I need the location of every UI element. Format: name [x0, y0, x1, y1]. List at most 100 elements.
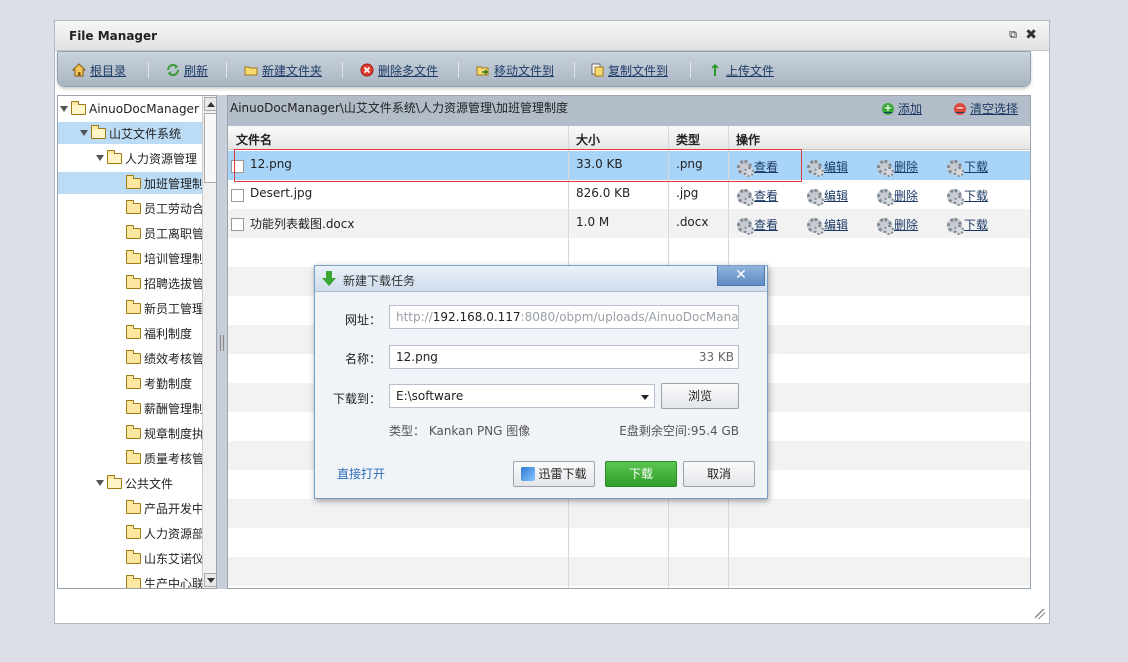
- refresh-label: 刷新: [184, 63, 209, 78]
- download-link[interactable]: 下载: [946, 158, 989, 177]
- tree-node-folder[interactable]: 招聘选拔管: [126, 272, 204, 294]
- empty-row: [228, 557, 1030, 586]
- upload-file-button[interactable]: 上传文件: [708, 61, 774, 79]
- tree-node-public[interactable]: 公共文件: [96, 472, 173, 494]
- delete-link[interactable]: 删除: [876, 187, 918, 206]
- add-button[interactable]: + 添加: [882, 100, 922, 117]
- gear-icon: [736, 188, 754, 206]
- folder-icon: [126, 424, 141, 439]
- popout-icon[interactable]: ⧉: [1009, 28, 1017, 42]
- tree-node-folder[interactable]: 福利制度: [126, 322, 192, 344]
- tree-node-folder[interactable]: 山东艾诺仪: [126, 547, 204, 569]
- cancel-button[interactable]: 取消: [683, 461, 755, 487]
- row-checkbox[interactable]: [231, 160, 244, 173]
- scroll-down-icon[interactable]: [204, 573, 216, 587]
- tree-node-label: AinuoDocManager: [89, 102, 199, 116]
- browse-button[interactable]: 浏览: [661, 383, 739, 409]
- copy-files-button[interactable]: 复制文件到: [590, 61, 668, 79]
- tree-node-root[interactable]: AinuoDocManager: [60, 98, 202, 120]
- edit-link[interactable]: 编辑: [806, 158, 848, 177]
- row-checkbox[interactable]: [231, 189, 244, 202]
- tree-node-folder[interactable]: 质量考核管: [126, 447, 204, 469]
- tree-node-folder[interactable]: 薪酬管理制: [126, 397, 204, 419]
- clear-selection-button[interactable]: − 清空选择: [954, 100, 1018, 117]
- delete-link[interactable]: 删除: [876, 158, 918, 177]
- name-field[interactable]: 12.png 33 KB: [389, 345, 739, 369]
- open-directly-link[interactable]: 直接打开: [337, 465, 385, 482]
- tree-node-folder[interactable]: 绩效考核管: [126, 347, 204, 369]
- download-label: 下载: [964, 218, 989, 232]
- expand-triangle-icon[interactable]: [96, 155, 104, 161]
- expand-triangle-icon[interactable]: [80, 130, 88, 136]
- delete-link[interactable]: 删除: [876, 216, 918, 235]
- resize-grip-icon[interactable]: [1035, 609, 1045, 619]
- tree-scrollbar[interactable]: [202, 96, 216, 588]
- folder-open-icon: [107, 149, 122, 164]
- empty-row: [228, 499, 1030, 528]
- tree-node-label: 考勤制度: [144, 376, 193, 391]
- expand-triangle-icon[interactable]: [96, 480, 104, 486]
- tree-node-folder[interactable]: 新员工管理: [126, 297, 204, 319]
- dest-select[interactable]: E:\software: [389, 384, 655, 408]
- row-checkbox[interactable]: [231, 218, 244, 231]
- view-label: 查看: [754, 160, 779, 174]
- scroll-up-icon[interactable]: [204, 97, 216, 111]
- dest-label: 下载到：: [332, 392, 381, 406]
- edit-link[interactable]: 编辑: [806, 187, 848, 206]
- refresh-button[interactable]: 刷新: [166, 61, 208, 79]
- file-size: 826.0 KB: [576, 186, 631, 200]
- tree-node-folder[interactable]: 员工劳动合: [126, 197, 204, 219]
- gear-icon: [946, 159, 964, 177]
- toolbar-separator: [574, 62, 575, 78]
- url-field[interactable]: http://192.168.0.117:8080/obpm/uploads/A…: [389, 305, 739, 329]
- edit-link[interactable]: 编辑: [806, 216, 848, 235]
- table-row[interactable]: 功能列表截图.docx 1.0 M .docx 查看 编辑 删除 下载: [228, 209, 1030, 238]
- tree-node-folder[interactable]: 规章制度执: [126, 422, 204, 444]
- dropdown-arrow-icon[interactable]: [641, 395, 649, 400]
- copy-icon: [590, 63, 604, 77]
- root-dir-button[interactable]: 根目录: [71, 61, 126, 79]
- folder-icon: [126, 374, 141, 389]
- download-label: 下载: [964, 160, 989, 174]
- view-link[interactable]: 查看: [736, 216, 778, 235]
- tree-node-shanai[interactable]: 山艾文件系统: [58, 122, 202, 144]
- folder-icon: [126, 449, 141, 464]
- view-link[interactable]: 查看: [736, 158, 779, 177]
- tree-node-overtime[interactable]: 加班管理制: [58, 172, 205, 194]
- scroll-thumb[interactable]: [204, 113, 216, 183]
- tree-node-folder[interactable]: 生产中心联: [126, 572, 204, 588]
- tree-node-label: 员工离职管: [144, 226, 205, 241]
- tree-node-folder[interactable]: 员工离职管: [126, 222, 204, 244]
- new-folder-button[interactable]: 新建文件夹: [244, 61, 322, 79]
- view-link[interactable]: 查看: [736, 187, 778, 206]
- download-label: 下载: [964, 189, 989, 203]
- close-icon[interactable]: ✖: [1025, 28, 1037, 42]
- table-row[interactable]: Desert.jpg 826.0 KB .jpg 查看 编辑 删除 下载: [228, 180, 1030, 209]
- gear-icon: [876, 188, 894, 206]
- download-link[interactable]: 下载: [946, 187, 989, 206]
- col-header-size[interactable]: 大小: [576, 131, 600, 148]
- col-header-type[interactable]: 类型: [676, 131, 700, 148]
- tree-node-folder[interactable]: 产品开发中: [126, 497, 204, 519]
- panel-splitter[interactable]: [217, 95, 227, 589]
- download-button[interactable]: 下载: [605, 461, 677, 487]
- move-files-button[interactable]: 移动文件到: [476, 61, 554, 79]
- tree-node-folder[interactable]: 培训管理制: [126, 247, 204, 269]
- dialog-close-icon[interactable]: ✕: [717, 266, 765, 286]
- splitter-grip-icon[interactable]: [220, 335, 224, 351]
- xunlei-download-button[interactable]: 迅雷下载: [513, 461, 595, 487]
- download-link[interactable]: 下载: [946, 216, 989, 235]
- folder-icon: [126, 224, 141, 239]
- tree-node-label: 加班管理制: [144, 176, 205, 191]
- clear-icon: −: [954, 102, 966, 115]
- expand-triangle-icon[interactable]: [60, 106, 68, 112]
- folder-icon: [126, 174, 141, 189]
- delete-files-button[interactable]: 删除多文件: [360, 61, 438, 79]
- tree-node-folder[interactable]: 人力资源部: [126, 522, 204, 544]
- tree-node-folder[interactable]: 考勤制度: [126, 372, 192, 394]
- folder-open-icon: [71, 100, 86, 115]
- col-header-name[interactable]: 文件名: [236, 131, 272, 148]
- dialog-titlebar: 新建下载任务 ✕: [315, 266, 767, 292]
- table-row[interactable]: 12.png 33.0 KB .png 查看 编辑 删除 下载: [228, 151, 1030, 180]
- tree-node-hr[interactable]: 人力资源管理: [96, 147, 202, 169]
